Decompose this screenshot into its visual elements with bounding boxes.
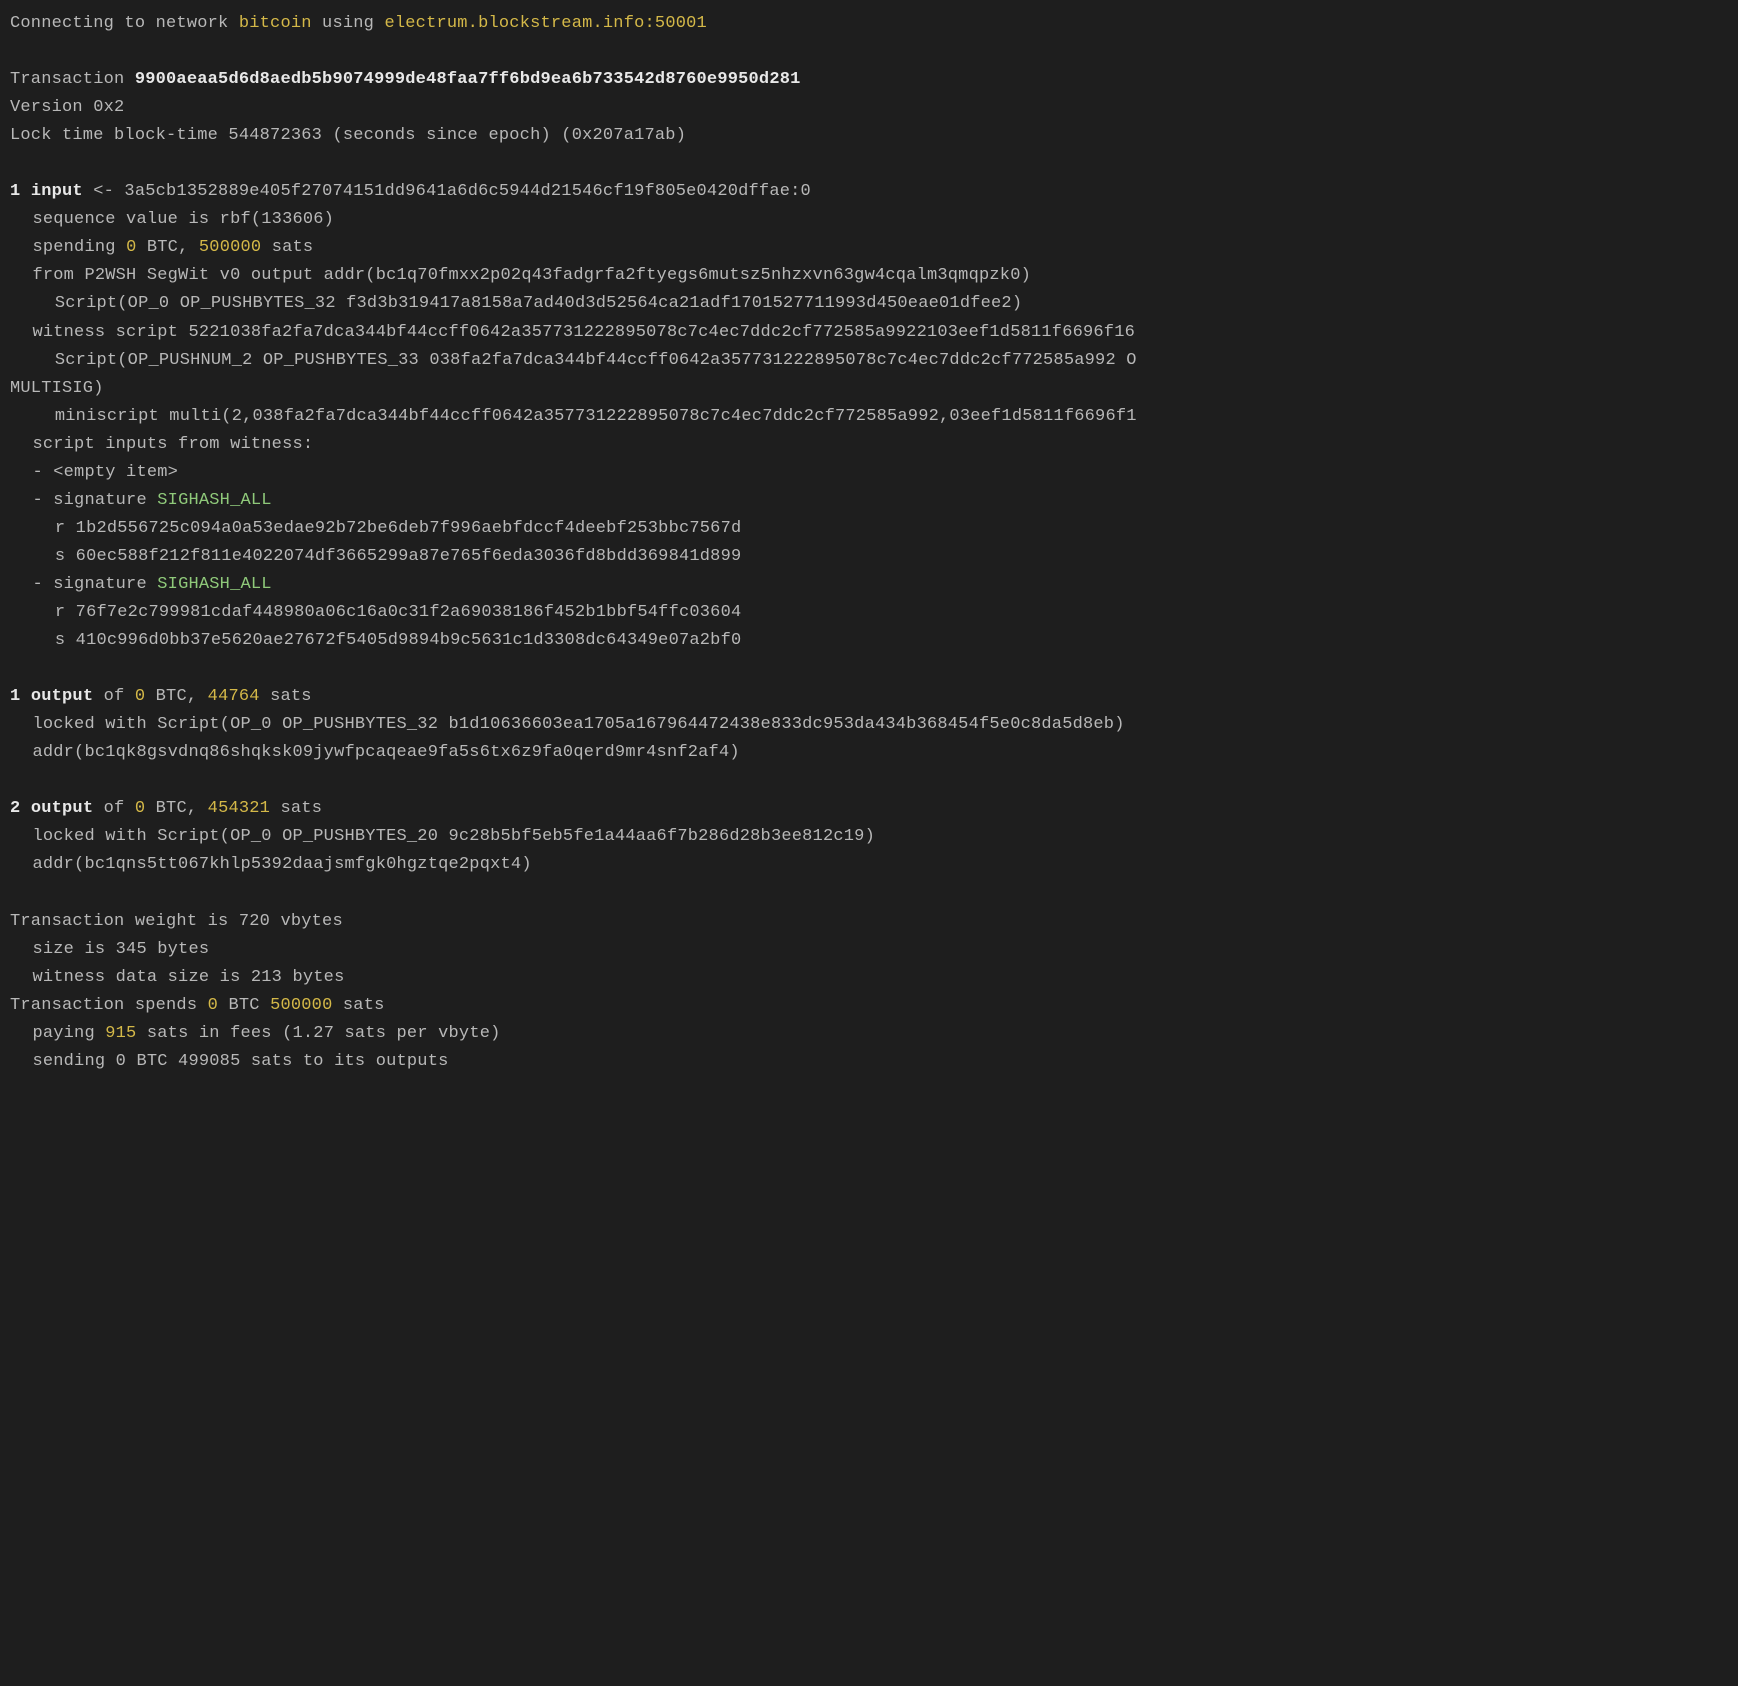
multisig-tail: MULTISIG)	[10, 375, 1728, 403]
text: - signature	[32, 491, 157, 510]
output2-header: 2 output of 0 BTC, 454321 sats	[10, 795, 1728, 823]
spending-line: spending 0 BTC, 500000 sats	[10, 234, 1728, 262]
miniscript: miniscript multi(2,038fa2fa7dca344bf44cc…	[10, 403, 1728, 431]
output-number: 2	[10, 799, 31, 818]
text: output	[31, 687, 93, 706]
text: BTC	[218, 996, 270, 1015]
blank-line	[10, 655, 1728, 683]
sighash-type: SIGHASH_ALL	[157, 575, 271, 594]
connect-line: Connecting to network bitcoin using elec…	[10, 10, 1728, 38]
from-addr: from P2WSH SegWit v0 output addr(bc1q70f…	[10, 262, 1728, 290]
endpoint: electrum.blockstream.info:50001	[384, 14, 706, 33]
text: BTC,	[136, 238, 198, 257]
text: sats in fees (1.27 sats per vbyte)	[136, 1024, 500, 1043]
sighash-type: SIGHASH_ALL	[157, 491, 271, 510]
output1-script: locked with Script(OP_0 OP_PUSHBYTES_32 …	[10, 711, 1728, 739]
tx-hash: 9900aeaa5d6d8aedb5b9074999de48faa7ff6bd9…	[135, 70, 801, 89]
output2-addr: addr(bc1qns5tt067khlp5392daajsmfgk0hgztq…	[10, 851, 1728, 879]
text: input	[31, 182, 83, 201]
blank-line	[10, 38, 1728, 66]
btc-amount: 0	[126, 238, 136, 257]
sats-amount: 500000	[199, 238, 261, 257]
tx-version: Version 0x2	[10, 94, 1728, 122]
btc-amount: 0	[208, 996, 218, 1015]
tx-fees: paying 915 sats in fees (1.27 sats per v…	[10, 1020, 1728, 1048]
sats-amount: 500000	[270, 996, 332, 1015]
text: using	[312, 14, 385, 33]
sig1-header: - signature SIGHASH_ALL	[10, 487, 1728, 515]
terminal-output: Connecting to network bitcoin using elec…	[10, 10, 1728, 1076]
tx-spends: Transaction spends 0 BTC 500000 sats	[10, 992, 1728, 1020]
text: Transaction spends	[10, 996, 208, 1015]
text: sats	[261, 238, 313, 257]
sig1-r: r 1b2d556725c094a0a53edae92b72be6deb7f99…	[10, 515, 1728, 543]
input-header: 1 input <- 3a5cb1352889e405f27074151dd96…	[10, 178, 1728, 206]
fee-sats: 915	[105, 1024, 136, 1043]
sig2-s: s 410c996d0bb37e5620ae27672f5405d9894b9c…	[10, 627, 1728, 655]
sequence: sequence value is rbf(133606)	[10, 206, 1728, 234]
text: sats	[332, 996, 384, 1015]
output1-header: 1 output of 0 BTC, 44764 sats	[10, 683, 1728, 711]
output2-script: locked with Script(OP_0 OP_PUSHBYTES_20 …	[10, 823, 1728, 851]
btc-amount: 0	[135, 799, 145, 818]
text: sats	[270, 799, 322, 818]
prev-txid: <- 3a5cb1352889e405f27074151dd9641a6d6c5…	[83, 182, 811, 201]
output-number: 1	[10, 687, 31, 706]
text: Connecting to network	[10, 14, 239, 33]
tx-witness-size: witness data size is 213 bytes	[10, 964, 1728, 992]
witness-script-decoded: Script(OP_PUSHNUM_2 OP_PUSHBYTES_33 038f…	[10, 347, 1728, 375]
text: output	[31, 799, 93, 818]
text: spending	[32, 238, 126, 257]
witness-script: witness script 5221038fa2fa7dca344bf44cc…	[10, 319, 1728, 347]
script-inputs-label: script inputs from witness:	[10, 431, 1728, 459]
sig2-header: - signature SIGHASH_ALL	[10, 571, 1728, 599]
blank-line	[10, 879, 1728, 907]
text: sats	[260, 687, 312, 706]
from-script: Script(OP_0 OP_PUSHBYTES_32 f3d3b319417a…	[10, 290, 1728, 318]
network-name: bitcoin	[239, 14, 312, 33]
text: paying	[32, 1024, 105, 1043]
text: - signature	[32, 575, 157, 594]
tx-weight: Transaction weight is 720 vbytes	[10, 908, 1728, 936]
sig2-r: r 76f7e2c799981cdaf448980a06c16a0c31f2a6…	[10, 599, 1728, 627]
text: of	[93, 687, 135, 706]
output1-addr: addr(bc1qk8gsvdnq86shqksk09jywfpcaqeae9f…	[10, 739, 1728, 767]
text: of	[93, 799, 135, 818]
tx-hash-line: Transaction 9900aeaa5d6d8aedb5b9074999de…	[10, 66, 1728, 94]
text: Transaction	[10, 70, 135, 89]
sats-amount: 454321	[208, 799, 270, 818]
tx-locktime: Lock time block-time 544872363 (seconds …	[10, 122, 1728, 150]
tx-sending: sending 0 BTC 499085 sats to its outputs	[10, 1048, 1728, 1076]
text: BTC,	[145, 687, 207, 706]
blank-line	[10, 150, 1728, 178]
sig1-s: s 60ec588f212f811e4022074df3665299a87e76…	[10, 543, 1728, 571]
empty-item: - <empty item>	[10, 459, 1728, 487]
blank-line	[10, 767, 1728, 795]
tx-size: size is 345 bytes	[10, 936, 1728, 964]
sats-amount: 44764	[208, 687, 260, 706]
text: BTC,	[145, 799, 207, 818]
btc-amount: 0	[135, 687, 145, 706]
input-number: 1	[10, 182, 31, 201]
